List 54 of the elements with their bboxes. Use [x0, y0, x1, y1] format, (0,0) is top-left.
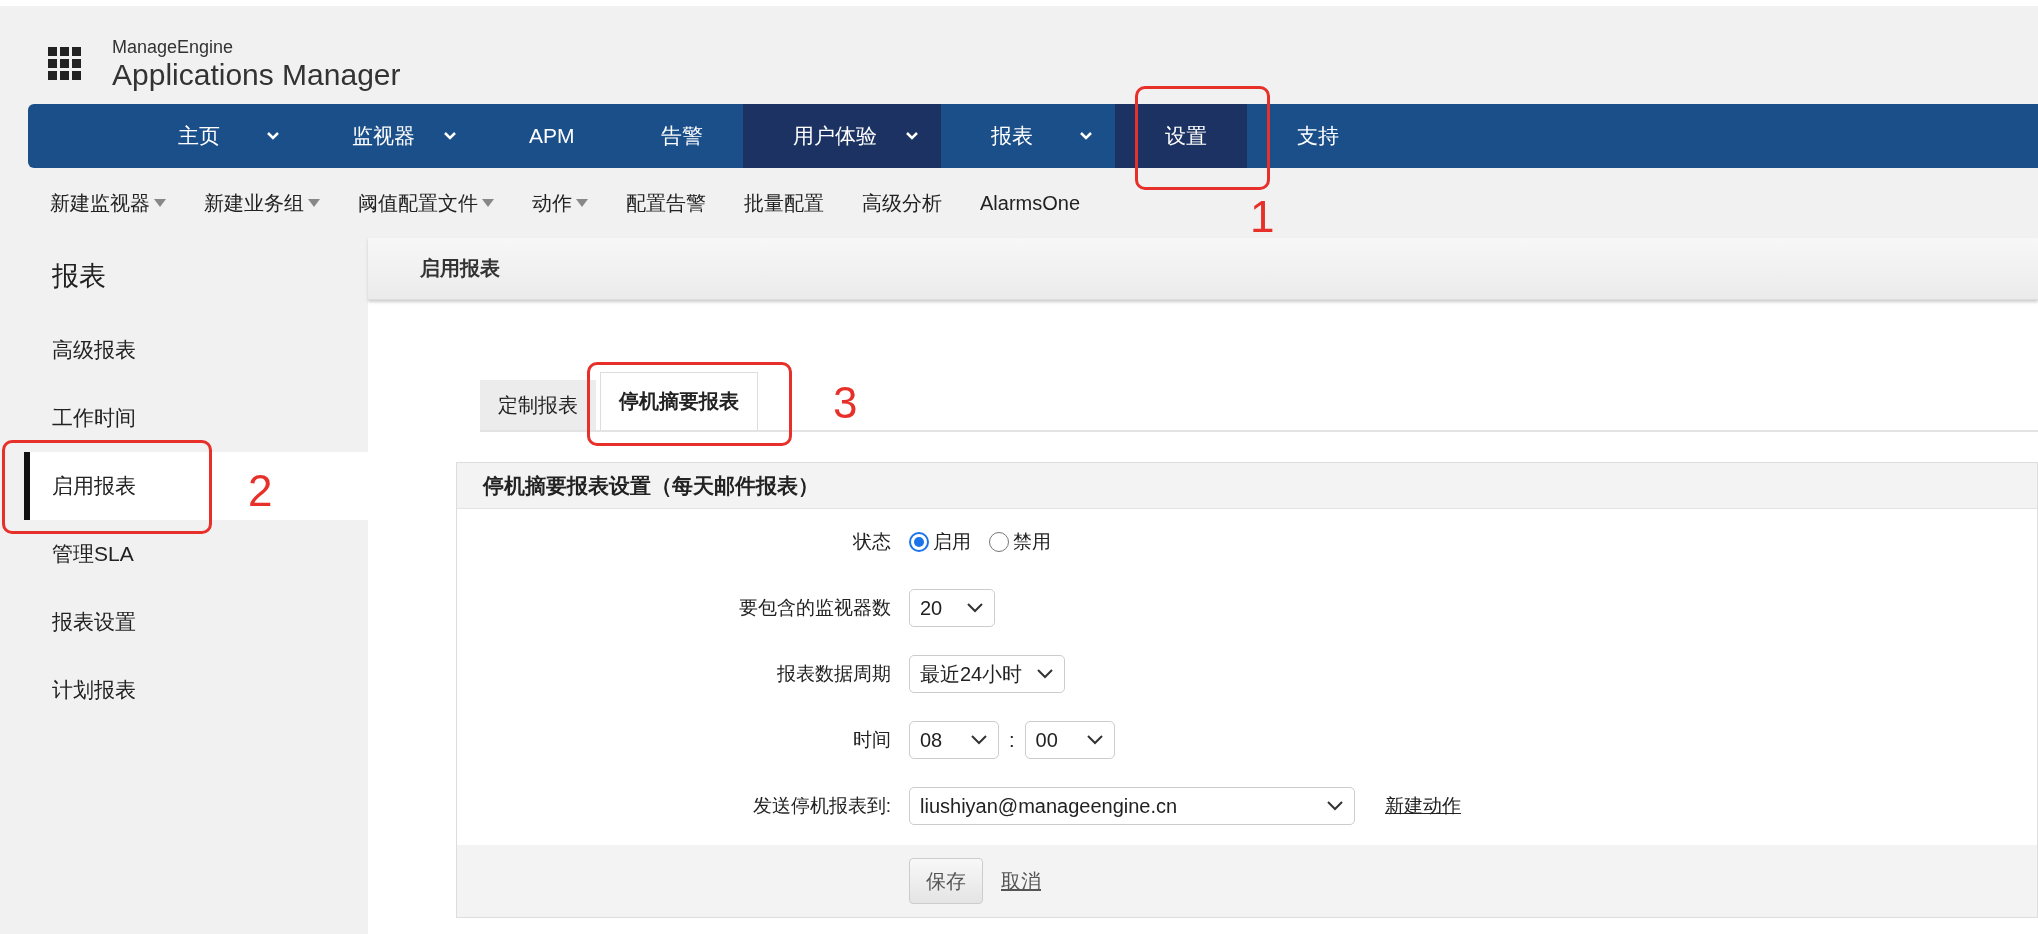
- nav-item[interactable]: 告警: [611, 104, 743, 168]
- field-label: 要包含的监视器数: [738, 596, 891, 620]
- radio-button[interactable]: [989, 532, 1009, 552]
- tab[interactable]: 定制报表: [480, 380, 596, 430]
- annotation-number: 2: [248, 466, 273, 516]
- chevron-icon: [970, 734, 988, 746]
- menu-item[interactable]: 动作: [532, 189, 588, 217]
- sidebar-title: 报表: [51, 260, 107, 293]
- sidebar-item[interactable]: 报表设置: [0, 588, 368, 656]
- nav-item[interactable]: 用户体验: [743, 104, 941, 168]
- dropdown[interactable]: 最近24小时: [909, 655, 1066, 693]
- annotation-number: 3: [833, 378, 858, 428]
- tab[interactable]: 停机摘要报表: [600, 372, 758, 430]
- chevron-icon: [1036, 668, 1055, 680]
- sidebar-item[interactable]: 管理SLA: [0, 520, 368, 588]
- menu-item[interactable]: 配置告警: [626, 189, 706, 217]
- form-title: 停机摘要报表设置（每天邮件报表）: [457, 463, 2037, 509]
- menu-item[interactable]: 批量配置: [744, 189, 824, 217]
- chevron-icon: [1085, 734, 1104, 746]
- nav-item[interactable]: 监视器: [302, 104, 479, 168]
- radio-label: 禁用: [1013, 530, 1051, 554]
- radio-button[interactable]: [909, 532, 929, 552]
- dropdown[interactable]: liushiyan@manageengine.cn: [909, 787, 1355, 825]
- brand-name: ManageEngine: [112, 36, 235, 58]
- dropdown[interactable]: 00: [1024, 721, 1115, 759]
- chevron-icon: [966, 602, 984, 614]
- field-label: 发送停机报表到:: [751, 794, 891, 818]
- chevron-icon: [1326, 800, 1344, 812]
- field-label: 报表数据周期: [776, 662, 891, 686]
- radio-label: 启用: [933, 530, 971, 554]
- menu-item[interactable]: 阈值配置文件: [358, 189, 494, 217]
- menu-item[interactable]: 新建业务组: [204, 189, 320, 217]
- field-label: 状态: [852, 530, 891, 554]
- nav-item[interactable]: 支持: [1247, 104, 1379, 168]
- sidebar-item[interactable]: 计划报表: [0, 656, 368, 724]
- cancel-link[interactable]: 取消: [1001, 867, 1041, 895]
- save-button[interactable]: 保存: [909, 858, 983, 904]
- app-grid-icon[interactable]: [48, 47, 82, 81]
- field-label: 时间: [852, 728, 891, 752]
- nav-item[interactable]: 主页: [128, 104, 302, 168]
- nav-item[interactable]: APM: [479, 104, 611, 168]
- dropdown[interactable]: 20: [909, 589, 995, 627]
- sidebar-item[interactable]: 高级报表: [0, 316, 368, 384]
- sidebar-item[interactable]: 工作时间: [0, 384, 368, 452]
- product-name: Applications Manager: [112, 57, 401, 92]
- menu-item[interactable]: 高级分析: [862, 189, 942, 217]
- menu-item[interactable]: 新建监视器: [50, 189, 166, 217]
- time-separator: :: [1009, 728, 1015, 752]
- new-action-link[interactable]: 新建动作: [1385, 793, 1461, 819]
- panel-title: 启用报表: [368, 238, 2038, 300]
- nav-item[interactable]: 设置: [1115, 104, 1247, 168]
- menu-item[interactable]: AlarmsOne: [980, 191, 1081, 215]
- dropdown[interactable]: 08: [909, 721, 999, 759]
- nav-item[interactable]: 报表: [941, 104, 1115, 168]
